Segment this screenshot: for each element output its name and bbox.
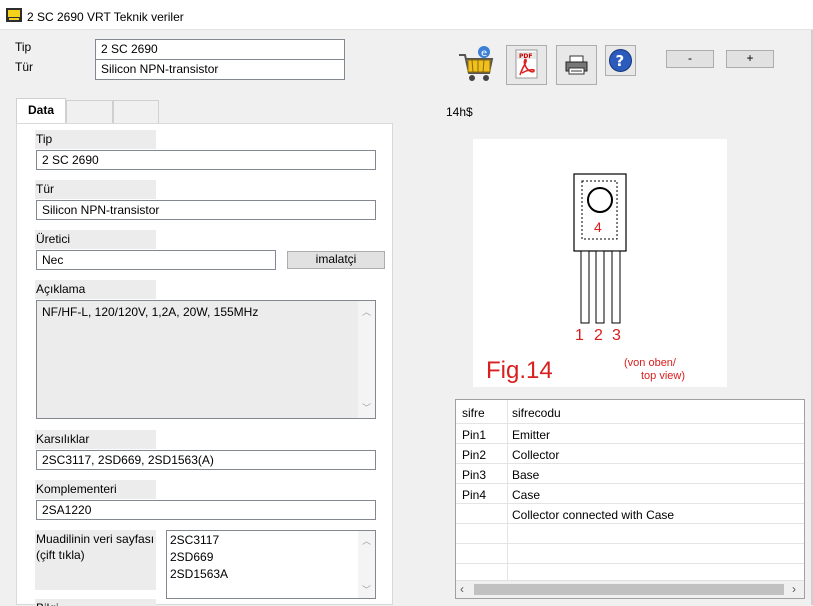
shopping-cart-icon: e [459,46,494,81]
karsiliklar-label: Karsılıklar [35,430,156,449]
pin-table[interactable]: sifre sifrecodu Pin1 Emitter Pin2 Collec… [455,399,805,599]
scroll-up-icon[interactable]: ︿ [362,534,371,547]
komplementeri-field[interactable]: 2SA1220 [36,500,376,520]
aciklama-scrollbar[interactable]: ︿ ﹀ [358,301,375,418]
zoom-out-button[interactable]: - [666,50,714,68]
app-icon [6,8,22,22]
svg-text:e: e [481,48,487,59]
pdf-button[interactable]: PDF [506,45,547,85]
tab-2[interactable] [66,100,113,124]
table-row[interactable]: Pin1 Emitter [456,424,804,444]
column-header-sifrecodu[interactable]: sifrecodu [512,406,561,420]
table-header-row: sifre sifrecodu [456,400,804,424]
uretici-field[interactable]: Nec [36,250,276,270]
price-label: 14h$ [446,105,473,119]
aciklama-text: NF/HF-L, 120/120V, 1,2A, 20W, 155MHz [42,305,259,319]
table-row[interactable]: Pin4 Case [456,484,804,504]
pin-number-2: 2 [594,327,603,344]
table-row[interactable] [456,544,804,564]
scroll-left-icon[interactable]: ‹ [460,582,464,596]
karsiliklar-field[interactable]: 2SC3117, 2SD669, 2SD1563(A) [36,450,376,470]
tab-3[interactable] [113,100,159,124]
muadil-item[interactable]: 2SD669 [170,550,213,564]
tab-data[interactable]: Data [16,98,66,124]
table-cell: Collector connected with Case [512,508,675,522]
shop-button[interactable]: e [456,43,496,85]
tip-field[interactable]: 2 SC 2690 [36,150,376,170]
view-note-line1: (von oben/ [624,357,676,369]
table-cell: Pin4 [462,488,487,502]
table-row[interactable]: Pin2 Collector [456,444,804,464]
aciklama-label: Açıklama [35,280,156,299]
imalatci-button[interactable]: imalatçi [287,251,385,269]
uretici-label: Üretici [35,230,156,249]
table-row[interactable] [456,524,804,544]
scroll-right-icon[interactable]: › [792,582,796,596]
table-row[interactable]: Pin3 Base [456,464,804,484]
data-panel: Tip 2 SC 2690 Tür Silicon NPN-transistor… [16,123,393,606]
muadil-hint: (çift tıkla) [36,548,85,562]
window-title: 2 SC 2690 VRT Teknik veriler [27,10,184,24]
muadil-label-box: Muadilinin veri sayfası (çift tıkla) [35,530,156,590]
tur-label: Tür [35,180,156,199]
table-cell: Pin1 [462,428,487,442]
column-header-sifre[interactable]: sifre [462,406,485,420]
scroll-down-icon[interactable]: ﹀ [362,583,371,596]
title-bar: 2 SC 2690 VRT Teknik veriler [0,0,813,30]
header-tur-label: Tür [15,60,33,74]
scroll-up-icon[interactable]: ︿ [362,305,371,318]
komplementeri-label: Komplementeri [35,480,156,499]
scroll-down-icon[interactable]: ﹀ [362,401,371,414]
tur-field[interactable]: Silicon NPN-transistor [36,200,376,220]
muadil-scrollbar[interactable]: ︿ ﹀ [358,531,375,598]
muadil-item[interactable]: 2SC3117 [170,533,219,547]
header-tip-label: Tip [15,40,32,54]
tip-label: Tip [35,130,156,149]
table-cell: Base [512,468,540,482]
printer-icon [565,55,588,75]
pdf-icon: PDF [515,49,538,79]
svg-text:?: ? [616,52,625,70]
pin-number-1: 1 [575,327,584,344]
help-icon: ? [609,49,632,72]
package-figure: 4 1 2 3 Fig.14 (von oben/ top view) [473,139,727,387]
case-pin-number: 4 [594,219,602,235]
pin-number-3: 3 [612,327,621,344]
table-cell: Pin3 [462,468,487,482]
muadil-label: Muadilinin veri sayfası [36,532,155,546]
table-cell: Pin2 [462,448,487,462]
muadil-list[interactable]: 2SC3117 2SD669 2SD1563A ︿ ﹀ [166,530,376,599]
table-cell: Case [512,488,541,502]
view-note-line2: top view) [641,370,686,382]
table-cell: Emitter [512,428,551,442]
help-button[interactable]: ? [605,45,636,76]
aciklama-textarea[interactable]: NF/HF-L, 120/120V, 1,2A, 20W, 155MHz ︿ ﹀ [36,300,376,419]
muadil-item[interactable]: 2SD1563A [170,567,228,581]
header-tip-value[interactable]: 2 SC 2690 [95,39,345,60]
figure-label: Fig.14 [486,357,553,384]
table-cell: Collector [512,448,560,462]
header-tur-value[interactable]: Silicon NPN-transistor [95,59,345,80]
scroll-thumb[interactable] [474,584,784,595]
table-row[interactable]: Collector connected with Case [456,504,804,524]
print-button[interactable] [556,45,597,85]
transistor-package-drawing [573,173,627,324]
table-hscrollbar[interactable]: ‹ › [456,580,804,598]
zoom-in-button[interactable]: + [726,50,774,68]
